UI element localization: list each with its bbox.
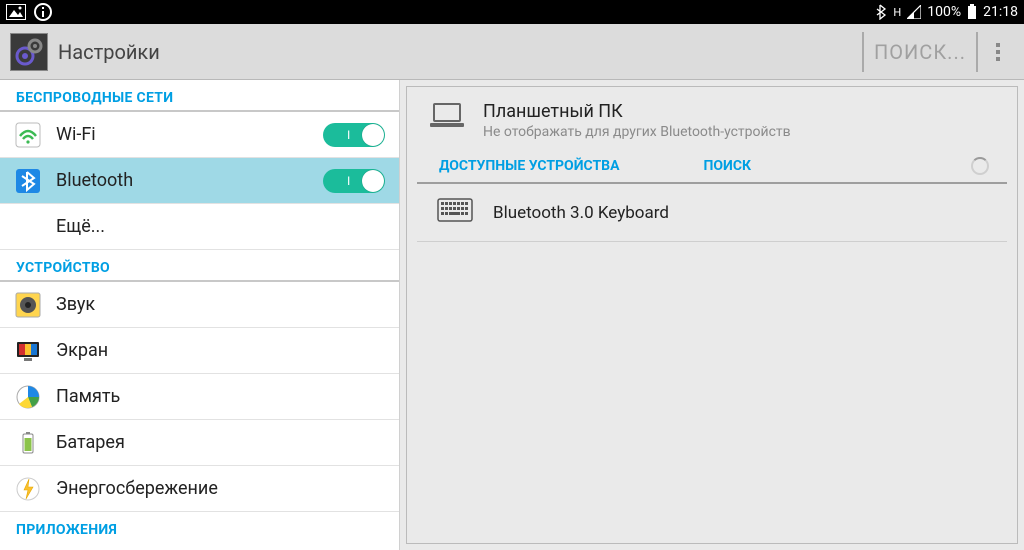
main-area: БЕСПРОВОДНЫЕ СЕТИ Wi-Fi Bluetooth Ещё...… — [0, 80, 1024, 550]
sidebar-item-storage[interactable]: Память — [0, 374, 399, 420]
sidebar-item-label: Батарея — [56, 432, 125, 453]
sidebar-item-sound[interactable]: Звук — [0, 282, 399, 328]
sidebar-item-label: Звук — [56, 294, 95, 315]
section-header-wireless: БЕСПРОВОДНЫЕ СЕТИ — [0, 80, 399, 112]
page-title: Настройки — [58, 40, 160, 64]
status-bar: H 100% 21:18 — [0, 0, 1024, 24]
available-device-name: Bluetooth 3.0 Keyboard — [493, 203, 669, 223]
gallery-icon — [6, 4, 26, 20]
signal-icon — [907, 5, 921, 19]
section-header-device: УСТРОЙСТВО — [0, 250, 399, 282]
app-icon — [10, 33, 48, 71]
laptop-icon — [427, 101, 463, 129]
wifi-toggle[interactable] — [323, 123, 385, 147]
sidebar-item-bluetooth[interactable]: Bluetooth — [0, 158, 399, 204]
power-saving-icon — [14, 475, 42, 503]
clock-label: 21:18 — [983, 4, 1018, 20]
settings-sidebar: БЕСПРОВОДНЫЕ СЕТИ Wi-Fi Bluetooth Ещё...… — [0, 80, 400, 550]
bluetooth-icon — [14, 167, 42, 195]
sidebar-item-display[interactable]: Экран — [0, 328, 399, 374]
sidebar-item-more[interactable]: Ещё... — [0, 204, 399, 250]
overflow-menu-button[interactable] — [978, 32, 1018, 72]
sidebar-item-label: Энергосбережение — [56, 478, 218, 499]
action-bar: Настройки ПОИСК... — [0, 24, 1024, 80]
bluetooth-toggle[interactable] — [323, 169, 385, 193]
loading-spinner-icon — [971, 157, 989, 175]
sidebar-item-wifi[interactable]: Wi-Fi — [0, 112, 399, 158]
sidebar-item-label: Bluetooth — [56, 170, 133, 191]
own-device-visibility: Не отображать для других Bluetooth-устро… — [483, 124, 791, 140]
sidebar-item-battery[interactable]: Батарея — [0, 420, 399, 466]
bluetooth-status-icon — [875, 4, 887, 20]
battery-percent-label: 100% — [927, 4, 961, 20]
detail-pane: Планшетный ПК Не отображать для других B… — [400, 80, 1024, 550]
sidebar-item-label: Ещё... — [56, 216, 105, 237]
display-icon — [14, 337, 42, 365]
storage-icon — [14, 383, 42, 411]
own-device-row[interactable]: Планшетный ПК Не отображать для других B… — [407, 87, 1017, 150]
tab-available-devices[interactable]: ДОСТУПНЫЕ УСТРОЙСТВА — [427, 158, 631, 174]
search-input[interactable]: ПОИСК... — [862, 32, 978, 72]
sound-icon — [14, 291, 42, 319]
detail-tab-bar: ДОСТУПНЫЕ УСТРОЙСТВА ПОИСК — [417, 150, 1007, 184]
sidebar-item-label: Память — [56, 386, 120, 407]
wifi-icon — [14, 121, 42, 149]
section-header-apps: ПРИЛОЖЕНИЯ — [0, 512, 399, 542]
battery-settings-icon — [14, 429, 42, 457]
keyboard-icon — [437, 198, 473, 227]
available-device-row[interactable]: Bluetooth 3.0 Keyboard — [417, 184, 1007, 242]
network-type-label: H — [893, 6, 901, 19]
tab-search[interactable]: ПОИСК — [691, 158, 763, 174]
sidebar-item-label: Wi-Fi — [56, 124, 96, 145]
own-device-name: Планшетный ПК — [483, 101, 791, 122]
sidebar-item-power-saving[interactable]: Энергосбережение — [0, 466, 399, 512]
battery-icon — [967, 4, 977, 20]
sidebar-item-label: Экран — [56, 340, 108, 361]
info-icon — [34, 3, 52, 21]
